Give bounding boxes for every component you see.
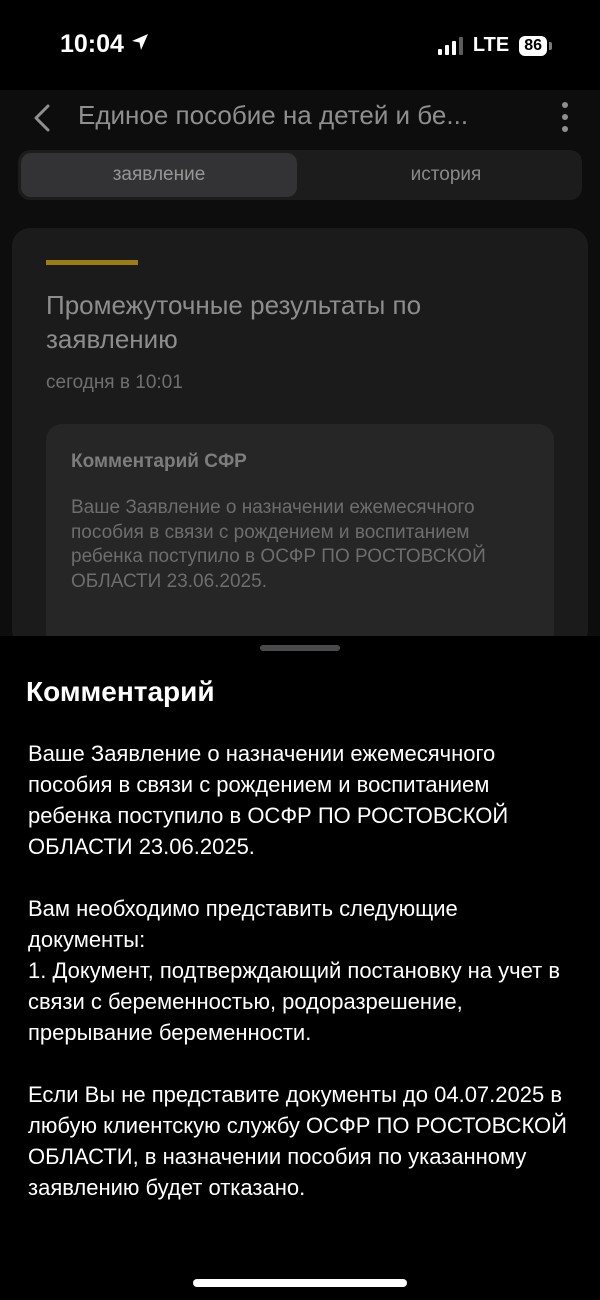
card-date: сегодня в 10:01 [46,372,183,393]
background-screen: Единое пособие на детей и бе... заявлени… [0,90,600,648]
sheet-drag-handle[interactable] [260,645,340,651]
segmented-tabs: заявление история [18,150,582,200]
comment-label: Комментарий СФР [71,451,247,472]
more-vertical-icon [562,102,568,108]
location-arrow-icon [130,30,150,59]
chevron-left-icon [34,104,50,132]
accent-divider [46,260,138,265]
comment-bottom-sheet: Комментарий Ваше Заявление о назначении … [0,636,600,1300]
result-card: Промежуточные результаты по заявлению се… [12,228,588,648]
battery-icon: 86 [519,35,552,56]
status-time-group: 10:04 [60,30,150,59]
sheet-body: Ваше Заявление о назначении ежемесячного… [28,738,576,1234]
sheet-title: Комментарий [26,676,215,707]
home-indicator[interactable] [193,1279,407,1287]
nav-bar: Единое пособие на детей и бе... [0,90,600,146]
tab-history[interactable]: история [308,153,584,197]
status-time: 10:04 [60,30,124,58]
comment-preview-box[interactable]: Комментарий СФР Ваше Заявление о назначе… [46,424,554,648]
sheet-paragraph-1: Ваше Заявление о назначении ежемесячного… [28,741,509,859]
sheet-paragraph-2: Вам необходимо представить следующие док… [28,896,561,1045]
network-type: LTE [472,34,510,56]
battery-level: 86 [519,35,547,56]
comment-preview-text: Ваше Заявление о назначении ежемесячного… [71,497,486,592]
card-title: Промежуточные результаты по заявлению [46,290,422,354]
page-title: Единое пособие на детей и бе... [78,100,469,130]
cellular-signal-icon [437,36,463,55]
status-bar: 10:04 LTE 86 [0,0,600,90]
more-options-button[interactable] [558,102,572,132]
status-indicators: LTE 86 [437,34,552,57]
tab-application[interactable]: заявление [21,153,297,197]
back-button[interactable] [28,100,56,136]
sheet-paragraph-3: Если Вы не представите документы до 04.0… [28,1082,567,1200]
